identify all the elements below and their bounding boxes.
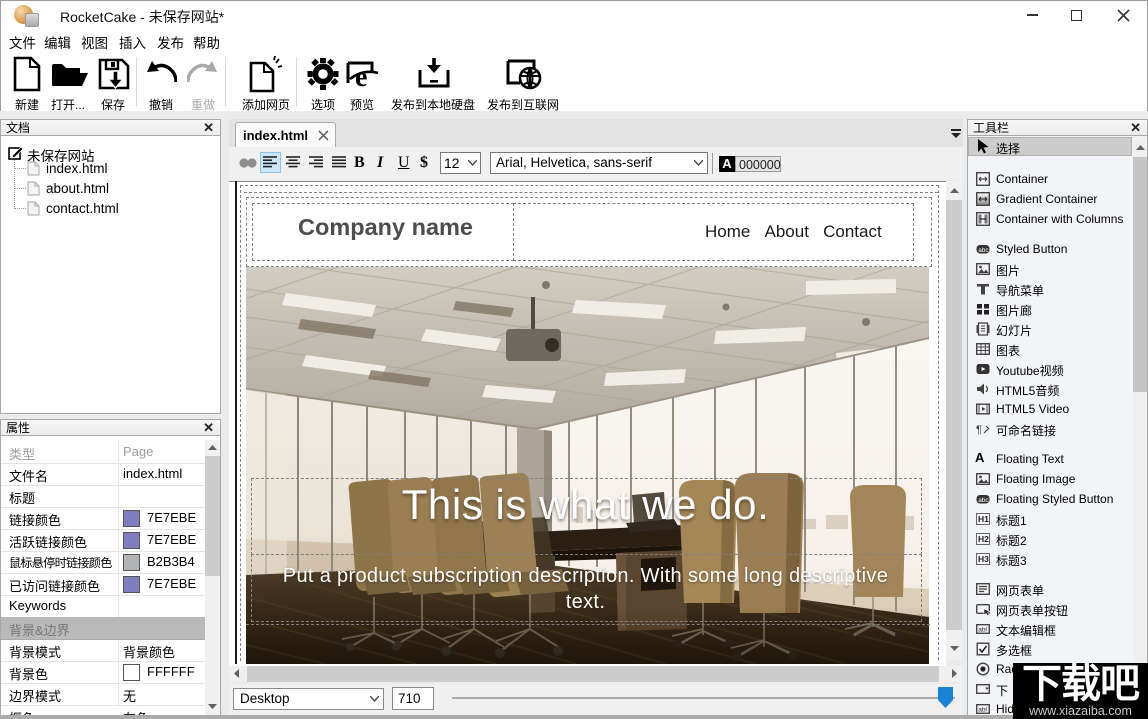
svg-text:abc: abc: [978, 497, 989, 504]
svg-text:abl: abl: [978, 707, 987, 714]
svg-text:H3: H3: [978, 554, 989, 564]
svg-text:H2: H2: [978, 534, 989, 544]
svg-text:abc: abc: [978, 247, 989, 254]
svg-text:H1: H1: [978, 514, 989, 524]
svg-text:abl: abl: [978, 627, 987, 634]
svg-text:¶: ¶: [976, 424, 982, 436]
